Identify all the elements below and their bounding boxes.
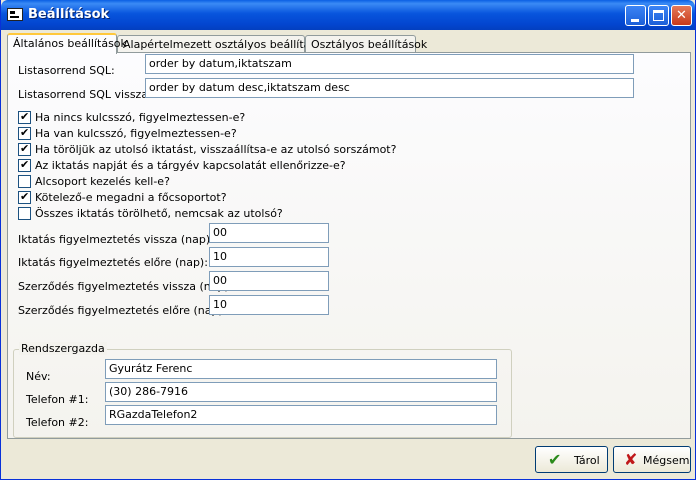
admin-phone2-label: Telefon #2: (26, 416, 89, 429)
checkbox-label: Kötelező-e megadni a főcsoportot? (35, 191, 227, 204)
tab-default-department-settings[interactable]: Alapértelmezett osztályos beállítások (117, 35, 329, 53)
checkbox-subgroup[interactable] (18, 175, 31, 188)
checkbox-label: Összes iktatás törölhető, nemcsak az uto… (35, 207, 283, 220)
maximize-icon (653, 10, 664, 21)
contract-warning-back-input[interactable]: 00 (209, 271, 329, 291)
checkmark-icon: ✔ (548, 450, 562, 469)
close-icon: ✕ (676, 8, 687, 23)
cancel-button[interactable]: ✘ Mégsem (613, 446, 691, 473)
admin-group-title: Rendszergazda (19, 342, 107, 355)
x-cross-icon: ✘ (624, 450, 638, 469)
tab-department-settings[interactable]: Osztályos beállítások (305, 35, 427, 53)
tab-label: Osztályos beállítások (311, 38, 428, 51)
minimize-icon (631, 19, 639, 22)
app-icon (7, 8, 23, 21)
settings-window: Beállítások ✕ Általános beállítások Alap… (0, 0, 696, 480)
warning-label: Iktatás figyelmeztetés előre (nap): (18, 256, 208, 269)
checkbox-main-group-required[interactable] (18, 190, 31, 204)
admin-name-input[interactable]: Gyurátz Ferenc (105, 359, 497, 379)
checkbox-restore-serial[interactable] (18, 142, 31, 156)
cancel-button-label: Mégsem (643, 454, 690, 467)
minimize-button[interactable] (625, 5, 646, 26)
checkbox-check-date-year[interactable] (18, 158, 31, 172)
save-button-label: Tárol (574, 454, 600, 467)
contract-warning-ahead-input[interactable]: 10 (209, 295, 329, 315)
order-back-sql-input[interactable]: order by datum desc,iktatszam desc (145, 78, 634, 98)
save-button[interactable]: ✔ Tárol (535, 446, 608, 473)
admin-phone1-label: Telefon #1: (26, 393, 89, 406)
tab-label: Általános beállítások (13, 37, 127, 50)
warning-label: Szerződés figyelmeztetés előre (nap): (18, 304, 227, 317)
checkbox-label: Ha nincs kulcsszó, figyelmeztessen-e? (35, 111, 246, 124)
checkbox-warn-no-keyword[interactable] (18, 110, 31, 124)
tab-label: Alapértelmezett osztályos beállítások (123, 38, 330, 51)
checkbox-label: Ha van kulcsszó, figyelmeztessen-e? (35, 127, 237, 140)
checkbox-label: Az iktatás napját és a tárgyév kapcsolat… (35, 159, 346, 172)
order-back-sql-label: Listasorrend SQL vissza: (18, 88, 152, 101)
checkbox-label: Ha töröljük az utolsó iktatást, visszaál… (35, 143, 397, 156)
checkbox-label: Alcsoport kezelés kell-e? (35, 175, 170, 188)
window-title: Beállítások (28, 7, 110, 22)
order-sql-input[interactable]: order by datum,iktatszam (145, 54, 634, 74)
filing-warning-ahead-input[interactable]: 10 (209, 247, 329, 267)
checkbox-warn-has-keyword[interactable] (18, 126, 31, 140)
tab-general-settings[interactable]: Általános beállítások (7, 33, 127, 54)
close-button[interactable]: ✕ (671, 5, 692, 26)
title-bar[interactable]: Beállítások ✕ (1, 0, 695, 30)
admin-name-label: Név: (26, 370, 51, 383)
order-sql-label: Listasorrend SQL: (18, 64, 115, 77)
warning-label: Szerződés figyelmeztetés vissza (nap): (18, 280, 233, 293)
admin-phone1-input[interactable]: (30) 286-7916 (105, 382, 497, 402)
maximize-button[interactable] (648, 5, 669, 26)
filing-warning-back-input[interactable]: 00 (209, 223, 329, 243)
admin-phone2-input[interactable]: RGazdaTelefon2 (105, 405, 497, 425)
checkbox-delete-any[interactable] (18, 207, 31, 220)
warning-label: Iktatás figyelmeztetés vissza (nap): (18, 233, 214, 246)
